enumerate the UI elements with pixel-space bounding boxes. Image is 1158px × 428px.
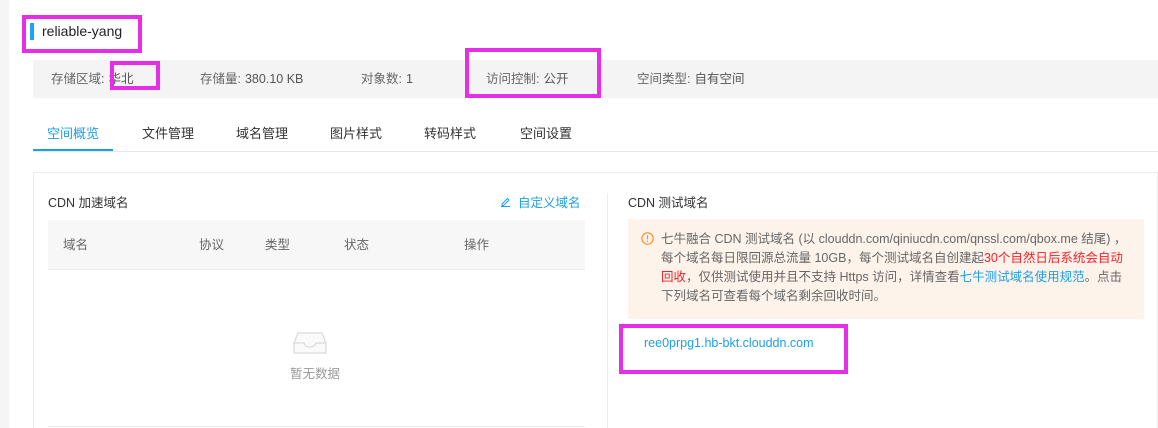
active-tab-indicator [33,149,113,151]
tab-file-management[interactable]: 文件管理 [142,114,194,152]
panel-divider [607,193,608,428]
col-protocol: 协议 [199,238,225,252]
tab-bucket-settings[interactable]: 空间设置 [520,114,572,152]
access-label: 访问控制: [486,72,540,86]
test-domain-link[interactable]: ree0prpg1.hb-bkt.clouddn.com [644,336,814,350]
access-value: 公开 [543,72,569,86]
info-access: 访问控制: 公开 [486,60,569,98]
col-status: 状态 [344,238,370,252]
cdn-table-header: 域名 协议 类型 状态 操作 [48,220,585,270]
storage-value: 380.10 KB [244,72,304,86]
tab-transcode-styles[interactable]: 转码样式 [424,114,476,152]
tab-image-styles[interactable]: 图片样式 [330,114,382,152]
notice-text-middle: ，仅供测试使用并且不支持 Https 访问，详情查看 [686,270,960,284]
bucket-tabs: 空间概览 文件管理 域名管理 图片样式 转码样式 空间设置 [33,114,1158,152]
tab-domain-management[interactable]: 域名管理 [236,114,288,152]
cdn-test-domain-title: CDN 测试域名 [628,196,709,210]
custom-domain-label: 自定义域名 [518,196,581,210]
custom-domain-link[interactable]: 自定义域名 [500,192,581,211]
col-type: 类型 [265,238,291,252]
bucket-title: reliable-yang [30,22,122,40]
info-region: 存储区域: 华北 [51,60,134,98]
bucket-info-bar: 存储区域: 华北 存储量: 380.10 KB 对象数: 1 访问控制: 公开 空间类型… [33,60,1158,98]
title-accent-bar [30,22,34,40]
objects-value: 1 [405,72,413,86]
region-value: 华北 [108,72,134,86]
info-bucket-type: 空间类型: 自有空间 [637,60,745,98]
info-objects: 对象数: 1 [361,60,413,98]
cdn-table-bottom-border [48,426,585,427]
test-domain-policy-link[interactable]: 七牛测试域名使用规范 [960,270,1085,284]
empty-state-text: 暂无数据 [290,367,341,381]
warning-icon [641,232,654,245]
left-border [0,0,9,428]
storage-label: 存储量: [200,72,241,86]
col-domain: 域名 [63,238,89,252]
cdn-domains-title: CDN 加速域名 [48,196,129,210]
objects-label: 对象数: [361,72,402,86]
tab-overview[interactable]: 空间概览 [47,114,99,152]
col-actions: 操作 [464,238,490,252]
test-domain-notice: 七牛融合 CDN 测试域名 (以 clouddn.com/qiniucdn.co… [628,219,1144,319]
notice-text: 七牛融合 CDN 测试域名 (以 clouddn.com/qiniucdn.co… [661,230,1130,319]
edit-icon [501,197,510,207]
type-label: 空间类型: [637,72,691,86]
type-value: 自有空间 [694,72,745,86]
empty-inbox-icon [293,332,327,354]
info-storage: 存储量: 380.10 KB [200,60,303,98]
bucket-name: reliable-yang [42,23,123,39]
region-label: 存储区域: [51,72,105,86]
